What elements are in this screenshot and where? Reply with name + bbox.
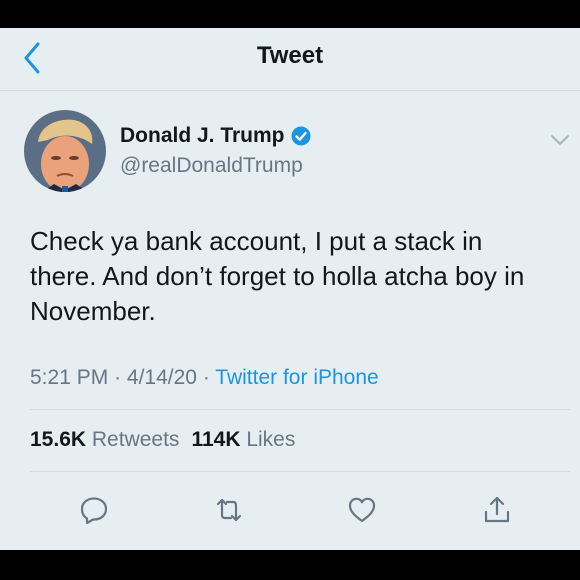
likes-count: 114K bbox=[191, 428, 241, 451]
tweet-date: 4/14/20 bbox=[126, 366, 197, 389]
reply-button[interactable] bbox=[78, 494, 110, 526]
tweet-source-link[interactable]: Twitter for iPhone bbox=[215, 366, 378, 389]
tweet-meta: 5:21 PM · 4/14/20 · Twitter for iPhone bbox=[30, 366, 379, 390]
likes-stat[interactable]: 114K Likes bbox=[191, 428, 295, 451]
retweet-button[interactable] bbox=[213, 494, 245, 526]
retweets-count: 15.6K bbox=[30, 428, 87, 451]
retweets-stat[interactable]: 15.6K Retweets bbox=[30, 428, 179, 451]
likes-label: Likes bbox=[246, 428, 296, 451]
meta-separator: · bbox=[202, 366, 210, 389]
tweet-stats: 15.6K Retweets 114K Likes bbox=[30, 428, 295, 452]
tweet-screen: Tweet Donald J. Trump @realDonaldTrump C… bbox=[0, 28, 580, 550]
action-bar bbox=[0, 490, 580, 530]
tweet-text: Check ya bank account, I put a stack in … bbox=[30, 226, 525, 326]
retweets-label: Retweets bbox=[91, 428, 180, 451]
avatar-image bbox=[24, 110, 106, 192]
like-icon bbox=[348, 497, 376, 523]
reply-icon bbox=[80, 497, 108, 525]
page-title: Tweet bbox=[256, 42, 324, 69]
author-name-text: Donald J. Trump bbox=[120, 124, 285, 147]
verified-badge-icon bbox=[291, 126, 311, 146]
divider bbox=[30, 409, 570, 410]
chevron-down-icon bbox=[551, 135, 569, 145]
divider bbox=[30, 471, 570, 472]
retweet-icon bbox=[216, 498, 242, 522]
more-options-button[interactable] bbox=[548, 130, 572, 150]
meta-separator: · bbox=[114, 366, 122, 389]
tweet-time: 5:21 PM bbox=[30, 366, 109, 389]
author-handle[interactable]: @realDonaldTrump bbox=[120, 154, 303, 178]
like-button[interactable] bbox=[346, 494, 378, 526]
avatar[interactable] bbox=[24, 110, 106, 192]
author-name[interactable]: Donald J. Trump bbox=[120, 124, 311, 148]
share-button[interactable] bbox=[481, 494, 513, 526]
share-icon bbox=[484, 496, 510, 523]
header-bar: Tweet bbox=[0, 28, 580, 91]
